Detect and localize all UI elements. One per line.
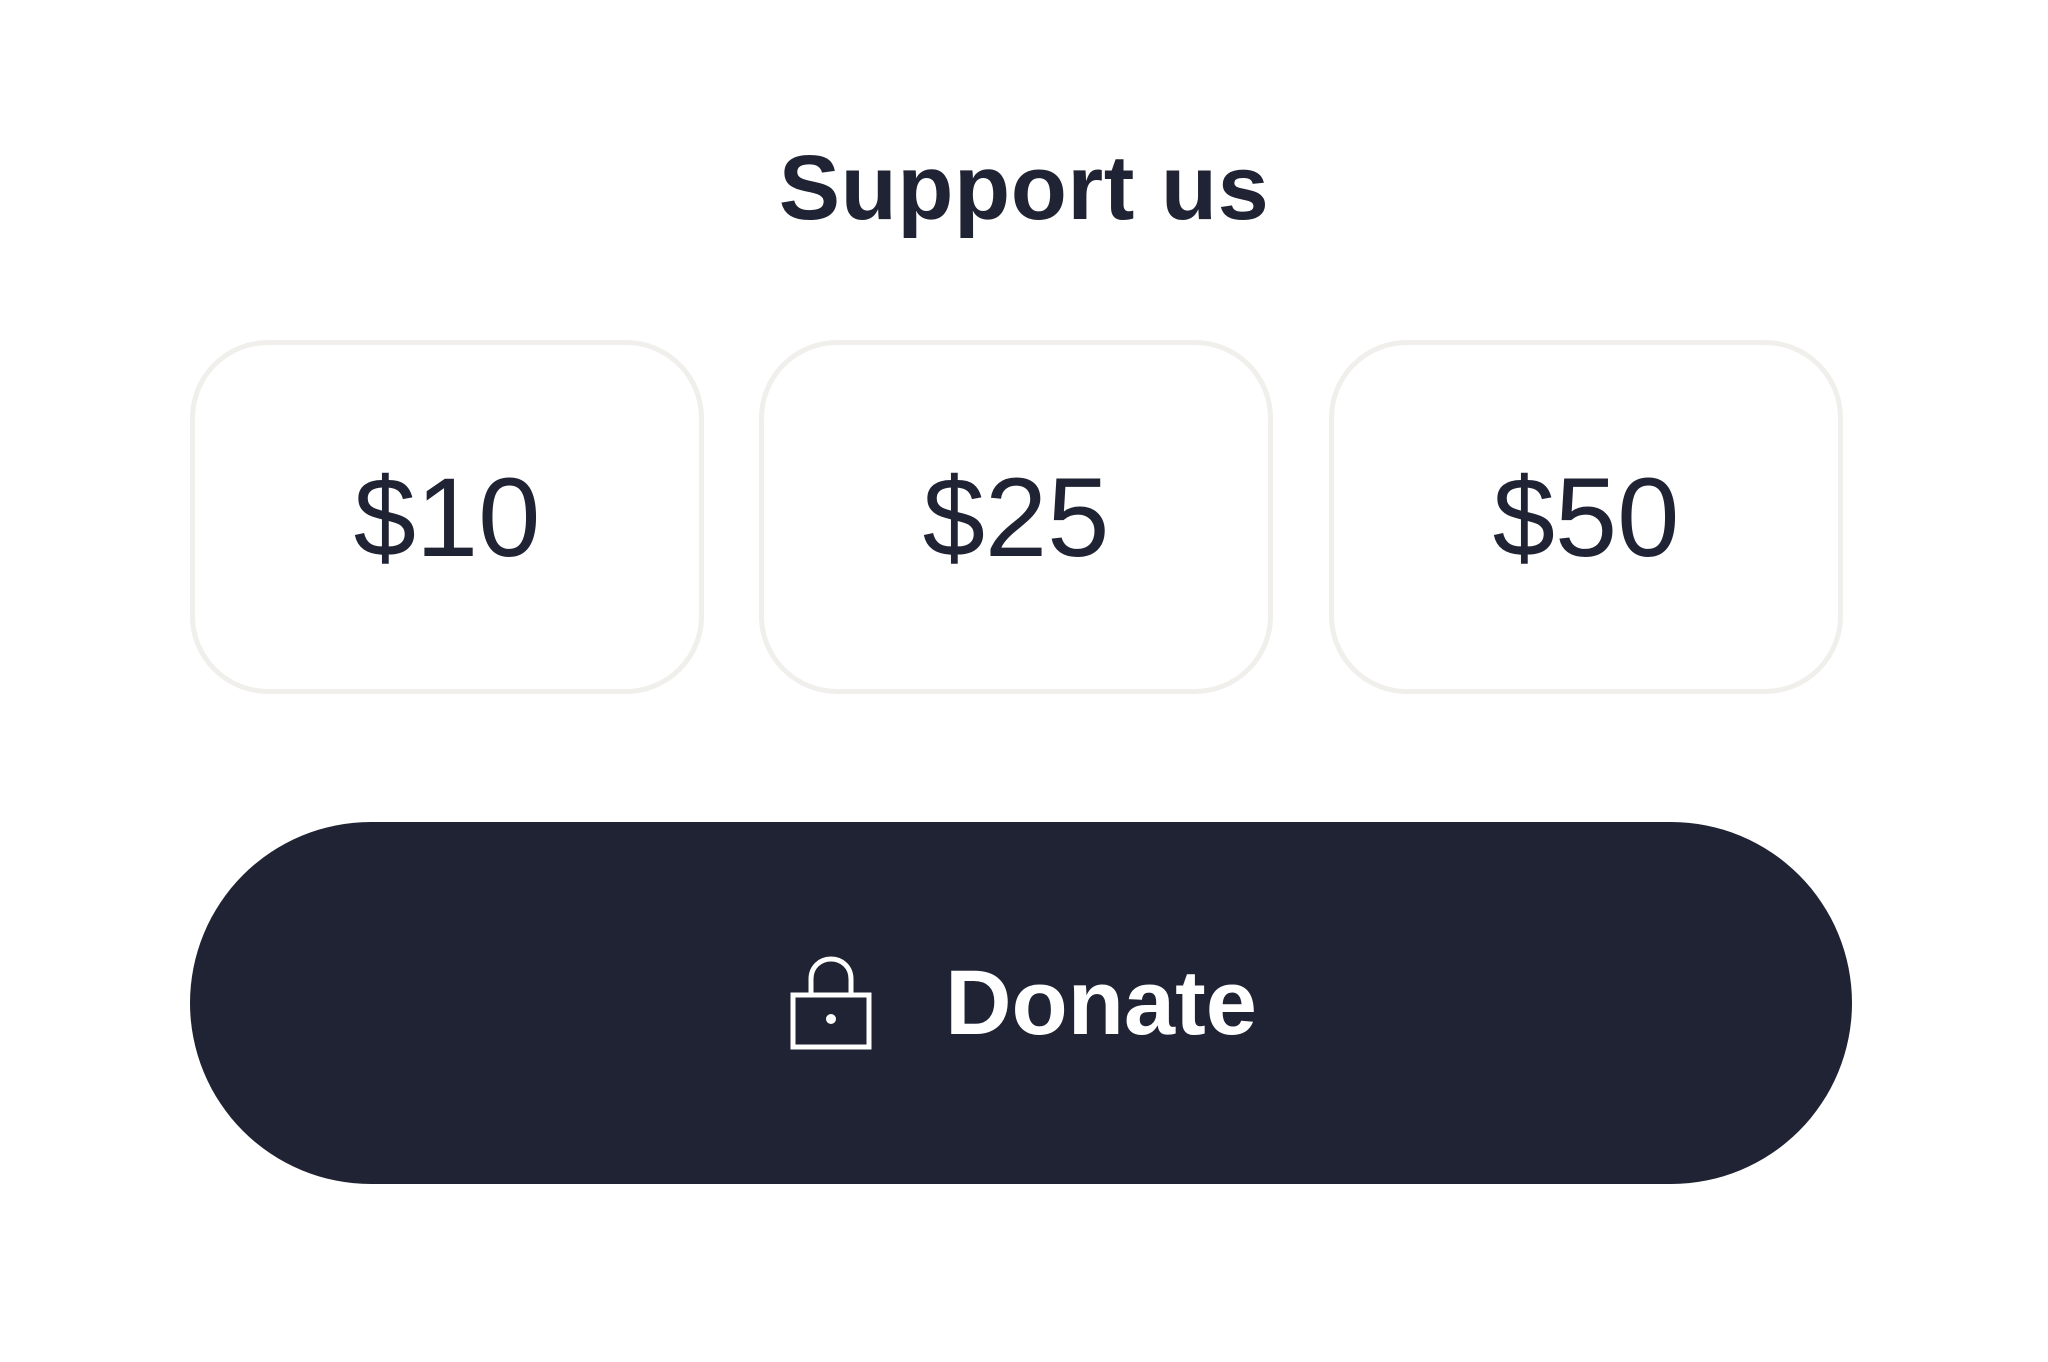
support-widget: Support us $10 $25 $50 Donate xyxy=(0,0,2048,1362)
amount-option-25[interactable]: $25 xyxy=(759,340,1273,694)
amount-option-10[interactable]: $10 xyxy=(190,340,704,694)
donate-button[interactable]: Donate xyxy=(190,822,1852,1184)
amount-label: $25 xyxy=(922,454,1110,580)
lock-icon xyxy=(785,951,877,1051)
amount-label: $50 xyxy=(1492,454,1680,580)
amount-option-50[interactable]: $50 xyxy=(1329,340,1843,694)
donate-label: Donate xyxy=(945,952,1257,1054)
amount-label: $10 xyxy=(353,454,541,580)
support-title: Support us xyxy=(778,137,1270,239)
